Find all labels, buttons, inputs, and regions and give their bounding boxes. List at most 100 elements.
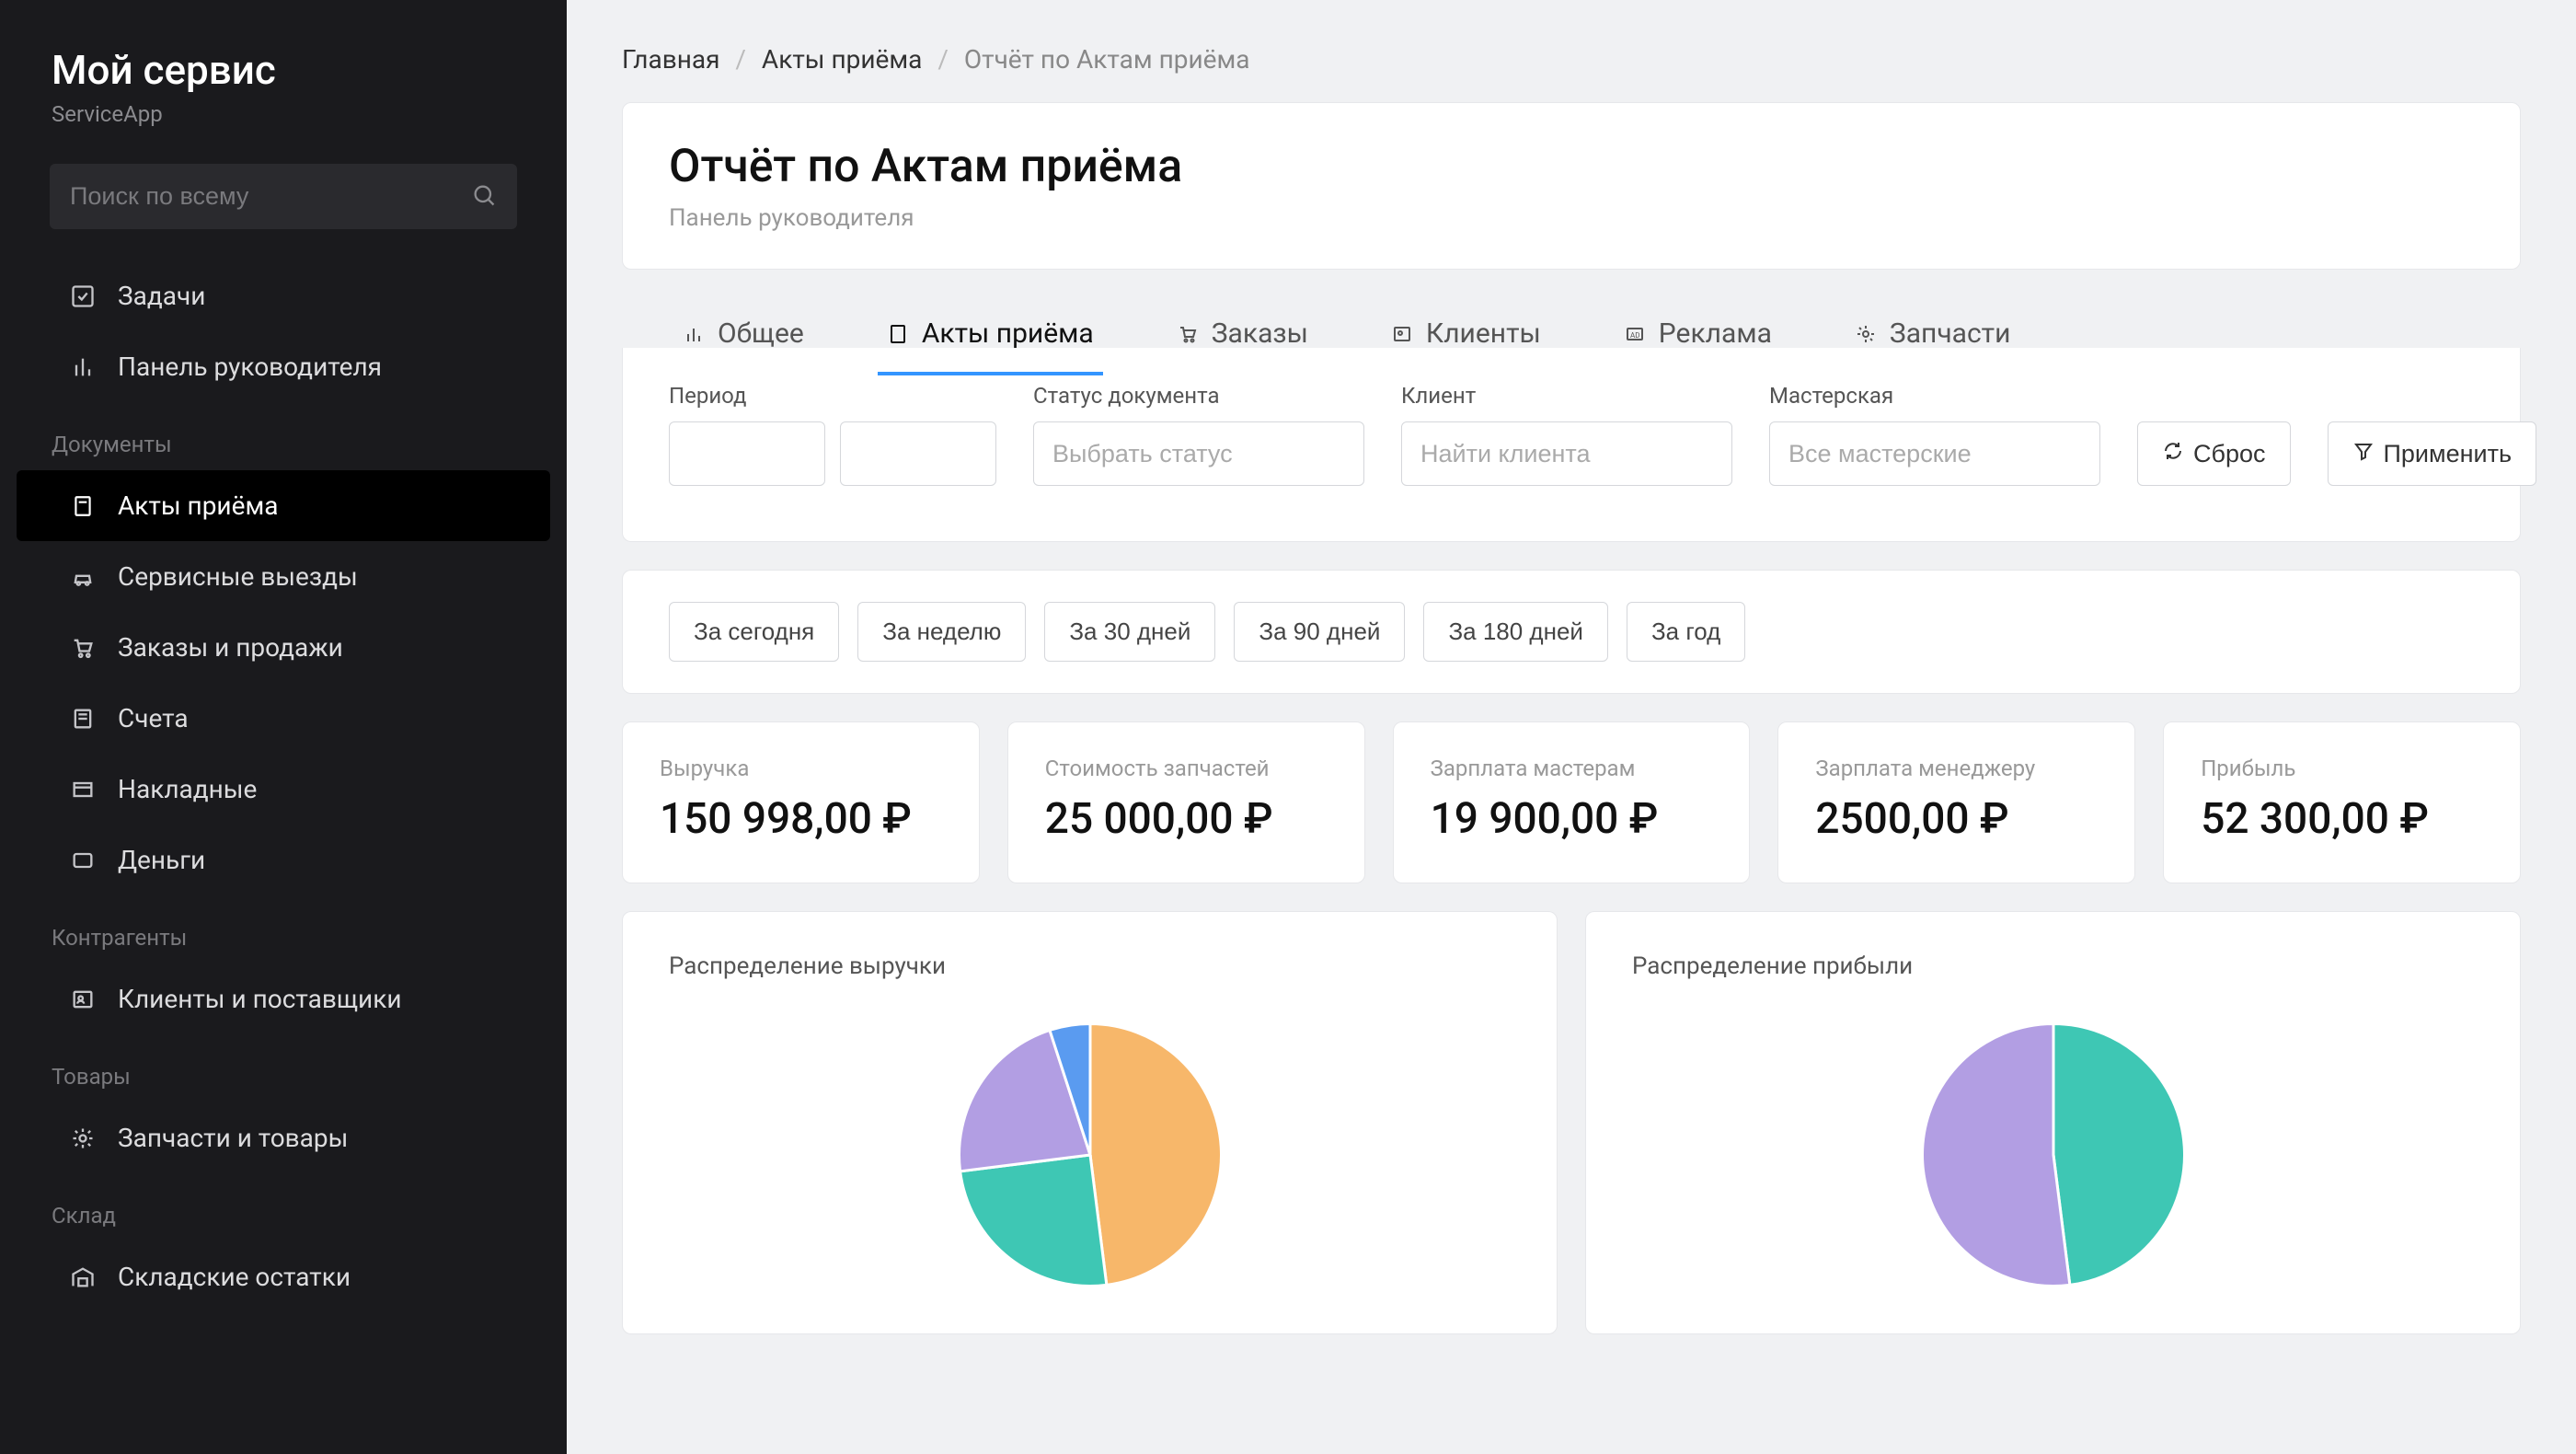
- tab-label: Запчасти: [1890, 317, 2011, 350]
- chart-title: Распределение выручки: [669, 952, 1511, 980]
- sidebar-item-tasks[interactable]: Задачи: [17, 260, 550, 331]
- filter-label: Мастерская: [1769, 383, 2100, 409]
- sidebar: Мой сервис ServiceApp Задачи Панель руко…: [0, 0, 567, 1454]
- brand-title: Мой сервис: [52, 46, 515, 94]
- quick-ranges: За сегодня За неделю За 30 дней За 90 дн…: [622, 570, 2521, 694]
- kpi-value: 52 300,00 ₽: [2201, 794, 2483, 844]
- kpi-label: Зарплата менеджеру: [1815, 756, 2098, 781]
- period-from-input[interactable]: [669, 421, 825, 486]
- sidebar-item-label: Акты приёма: [118, 490, 278, 521]
- filter-label: Клиент: [1401, 383, 1732, 409]
- nav-section-label: Товары: [0, 1042, 567, 1102]
- filter-shop: Мастерская: [1769, 383, 2100, 486]
- brand-sub: ServiceApp: [52, 101, 515, 127]
- kpi-master-salary: Зарплата мастерам 19 900,00 ₽: [1393, 721, 1751, 883]
- search-input[interactable]: [50, 164, 517, 229]
- main-content: Главная / Акты приёма / Отчёт по Актам п…: [567, 0, 2576, 1454]
- page-title: Отчёт по Актам приёма: [669, 140, 2474, 193]
- cart-icon: [1177, 323, 1199, 345]
- nav-section-label: Контрагенты: [0, 903, 567, 964]
- tabs: Общее Акты приёма Заказы Клиенты AD Рекл…: [622, 297, 2521, 542]
- sidebar-item-label: Счета: [118, 703, 189, 733]
- charts-row: Распределение выручки Распределение приб…: [622, 911, 2521, 1334]
- sidebar-item-invoices[interactable]: Счета: [17, 683, 550, 754]
- nav-section-label: Документы: [0, 410, 567, 470]
- period-to-input[interactable]: [840, 421, 996, 486]
- car-icon: [68, 562, 98, 592]
- page-subtitle: Панель руководителя: [669, 204, 2474, 232]
- sidebar-item-label: Клиенты и поставщики: [118, 984, 402, 1014]
- filter-period: Период: [669, 383, 996, 486]
- sidebar-item-waybills[interactable]: Накладные: [17, 754, 550, 825]
- kpi-label: Стоимость запчастей: [1045, 756, 1328, 781]
- gear-icon: [68, 1124, 98, 1153]
- search-icon: [471, 182, 497, 212]
- sidebar-item-parts-goods[interactable]: Запчасти и товары: [17, 1102, 550, 1173]
- svg-text:AD: AD: [1630, 331, 1639, 340]
- sidebar-item-label: Заказы и продажи: [118, 632, 343, 663]
- sidebar-item-label: Панель руководителя: [118, 352, 382, 382]
- chip-90d[interactable]: За 90 дней: [1234, 602, 1405, 662]
- brand: Мой сервис ServiceApp: [0, 46, 567, 164]
- tab-clients[interactable]: Клиенты: [1382, 297, 1550, 375]
- sidebar-item-label: Деньги: [118, 845, 205, 875]
- filters: Период Статус документа Клиент: [622, 348, 2521, 542]
- chip-week[interactable]: За неделю: [857, 602, 1026, 662]
- kpi-manager-salary: Зарплата менеджеру 2500,00 ₽: [1777, 721, 2135, 883]
- sidebar-item-acts[interactable]: Акты приёма: [17, 470, 550, 541]
- gear-icon: [1855, 323, 1877, 345]
- kpi-profit: Прибыль 52 300,00 ₽: [2163, 721, 2521, 883]
- package-icon: [68, 775, 98, 804]
- tab-orders[interactable]: Заказы: [1167, 297, 1317, 375]
- sidebar-item-dashboard[interactable]: Панель руководителя: [17, 331, 550, 402]
- chip-30d[interactable]: За 30 дней: [1044, 602, 1215, 662]
- filter-label: Период: [669, 383, 996, 409]
- nav-top: Задачи Панель руководителя: [0, 257, 567, 406]
- breadcrumb-current: Отчёт по Актам приёма: [964, 44, 1250, 75]
- tab-label: Акты приёма: [922, 317, 1094, 350]
- sidebar-item-label: Задачи: [118, 281, 205, 311]
- sidebar-item-service-trips[interactable]: Сервисные выезды: [17, 541, 550, 612]
- nav-section-goods: Товары Запчасти и товары: [0, 1038, 567, 1177]
- button-label: Сброс: [2193, 440, 2266, 468]
- nav-section-warehouse: Склад Складские остатки: [0, 1177, 567, 1316]
- chip-today[interactable]: За сегодня: [669, 602, 839, 662]
- ad-icon: AD: [1624, 323, 1646, 345]
- pie-chart: [952, 1017, 1228, 1293]
- contacts-icon: [1391, 323, 1413, 345]
- tab-general[interactable]: Общее: [673, 297, 813, 375]
- client-input[interactable]: [1401, 421, 1732, 486]
- tab-ads[interactable]: AD Реклама: [1615, 297, 1781, 375]
- sidebar-item-orders[interactable]: Заказы и продажи: [17, 612, 550, 683]
- sidebar-item-money[interactable]: Деньги: [17, 825, 550, 895]
- file-icon: [887, 323, 909, 345]
- tab-acts[interactable]: Акты приёма: [878, 297, 1103, 375]
- filter-label: Статус документа: [1033, 383, 1364, 409]
- shop-select[interactable]: [1769, 421, 2100, 486]
- chart-revenue-distribution: Распределение выручки: [622, 911, 1558, 1334]
- sidebar-item-stock[interactable]: Складские остатки: [17, 1241, 550, 1312]
- status-select[interactable]: [1033, 421, 1364, 486]
- kpi-value: 19 900,00 ₽: [1431, 794, 1713, 844]
- receipt-icon: [68, 704, 98, 733]
- kpi-value: 2500,00 ₽: [1815, 794, 2098, 844]
- tab-label: Общее: [718, 317, 804, 350]
- nav-section-documents: Документы Акты приёма Сервисные выезды З…: [0, 406, 567, 899]
- apply-button[interactable]: Применить: [2328, 421, 2537, 486]
- chip-year[interactable]: За год: [1627, 602, 1745, 662]
- bar-chart-icon: [68, 352, 98, 382]
- check-square-icon: [68, 282, 98, 311]
- kpi-value: 150 998,00 ₽: [660, 794, 942, 844]
- kpi-row: Выручка 150 998,00 ₽ Стоимость запчастей…: [622, 721, 2521, 883]
- tab-parts[interactable]: Запчасти: [1846, 297, 2020, 375]
- refresh-icon: [2162, 440, 2184, 468]
- cart-icon: [68, 633, 98, 663]
- breadcrumb-mid[interactable]: Акты приёма: [762, 44, 922, 75]
- kpi-label: Выручка: [660, 756, 942, 781]
- reset-button[interactable]: Сброс: [2137, 421, 2291, 486]
- chip-180d[interactable]: За 180 дней: [1423, 602, 1608, 662]
- breadcrumb-home[interactable]: Главная: [622, 44, 719, 75]
- tab-label: Заказы: [1212, 317, 1308, 350]
- contacts-icon: [68, 985, 98, 1014]
- sidebar-item-clients-suppliers[interactable]: Клиенты и поставщики: [17, 964, 550, 1034]
